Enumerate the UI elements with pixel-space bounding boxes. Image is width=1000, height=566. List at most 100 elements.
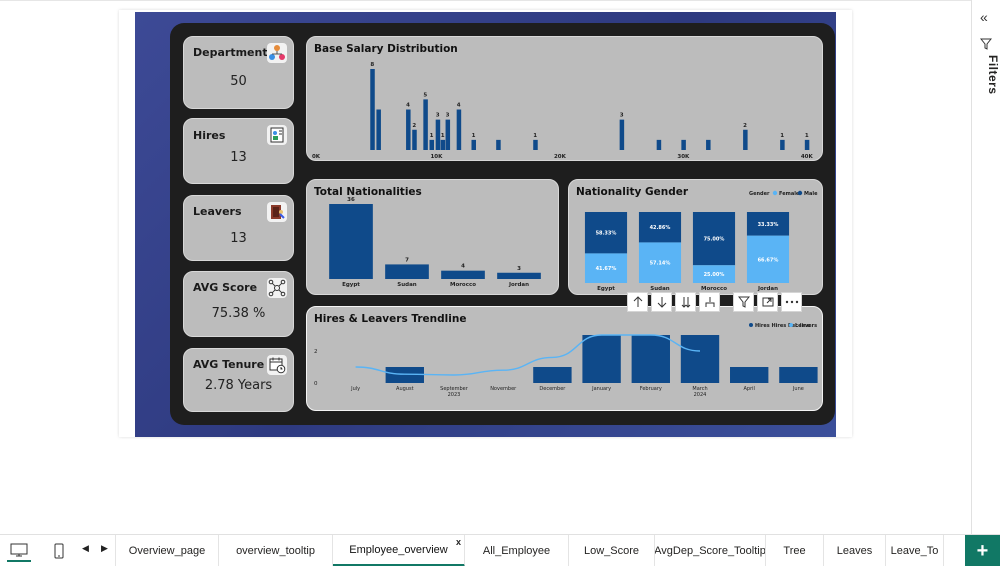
salary-bar xyxy=(406,109,411,150)
nationality-bar-label: 3 xyxy=(517,266,521,272)
page-tab-label: overview_tooltip xyxy=(236,545,315,557)
salary-bar xyxy=(423,99,428,150)
nationality-gender-chart-svg: Gender Female Male 58.33% 41.67% Egypt 42.86% 5… xyxy=(584,190,818,292)
page-tab[interactable]: Leaves xyxy=(824,535,886,566)
hires-bar xyxy=(730,367,769,383)
gender-male-label: 75.00% xyxy=(704,237,725,243)
salary-bar-label: 2 xyxy=(412,123,416,129)
kpi-value: 75.38 % xyxy=(211,306,266,321)
salary-bar xyxy=(706,139,711,150)
gender-x-tick: Egypt xyxy=(597,286,615,292)
arrow-up-icon[interactable] xyxy=(627,292,648,312)
hires-bar xyxy=(533,367,572,383)
network-score-icon xyxy=(267,278,287,298)
page-tab[interactable]: Low_Score xyxy=(569,535,655,566)
kpi-title: Hires xyxy=(193,129,226,142)
salary-bar-label: 1 xyxy=(472,133,476,139)
trend-y-tick: 2 xyxy=(314,349,318,355)
report-canvas: Departments 50 Hires 13 Leavers 13 AVG S… xyxy=(119,10,852,437)
nationality-bar-label: 4 xyxy=(461,264,465,270)
trend-legend-marker xyxy=(749,323,753,327)
org-chart-icon xyxy=(267,43,287,63)
salary-bar xyxy=(681,139,686,150)
page-tab-label: Low_Score xyxy=(583,545,640,557)
nationality-gender-visual[interactable]: Nationality Gender Gender Female Male 58.33… xyxy=(568,179,823,295)
kpi-card-avg-score[interactable]: AVG Score 75.38 % xyxy=(183,271,294,337)
kpi-value: 2.78 Years xyxy=(204,378,273,393)
salary-chart-svg: 8425131341 1321 10K 10K 20K 30K 40K xyxy=(312,62,814,160)
desktop-view-icon[interactable] xyxy=(7,540,31,562)
kpi-card-avg-tenure[interactable]: AVG Tenure 2.78 Years xyxy=(183,348,294,412)
visual-header-toolbar xyxy=(627,292,802,312)
page-tab-bar: ◀ ▶ Overview_page overview_tooltip Employe… xyxy=(0,534,1000,566)
double-arrow-down-icon[interactable] xyxy=(675,292,696,312)
trend-x-tick: February xyxy=(640,386,662,392)
more-options-icon[interactable] xyxy=(781,292,802,312)
trend-legend-marker xyxy=(789,323,793,327)
hires-bar xyxy=(779,367,818,383)
focus-mode-icon[interactable] xyxy=(757,292,778,312)
hires-leavers-chart-svg: Hires Hires Rec lineLeavers20July August S… xyxy=(314,323,818,398)
total-nationalities-visual[interactable]: Total Nationalities 36 Egypt 7 Sudan 4 Morocc… xyxy=(306,179,559,295)
salary-bar-label: 3 xyxy=(436,113,440,119)
expand-hierarchy-icon[interactable] xyxy=(699,292,720,312)
mobile-view-icon[interactable] xyxy=(47,540,71,562)
nationality-bar xyxy=(385,264,429,279)
salary-distribution-visual[interactable]: Base Salary Distribution 842513134113211… xyxy=(306,36,823,161)
trend-x-tick: July xyxy=(350,386,360,392)
salary-x-tick: 0K xyxy=(312,154,321,160)
filters-label: Filters xyxy=(986,55,1000,95)
salary-x-tick: 10K xyxy=(430,154,443,160)
page-tab-label: AvgDep_Score_Tooltip xyxy=(655,545,766,557)
report-background: Departments 50 Hires 13 Leavers 13 AVG S… xyxy=(135,12,836,437)
kpi-value: 13 xyxy=(230,231,247,246)
page-tab-label: Tree xyxy=(783,545,806,557)
page-tab-label: Employee_overview xyxy=(349,543,448,556)
salary-x-tick: 40K xyxy=(801,154,814,160)
page-tab[interactable]: Tree xyxy=(766,535,824,566)
powerbi-report-view: Departments 50 Hires 13 Leavers 13 AVG S… xyxy=(0,0,1000,566)
gender-male-label: 42.86% xyxy=(650,225,671,231)
page-tab-label: Leaves xyxy=(836,545,873,557)
kpi-card-leavers[interactable]: Leavers 13 xyxy=(183,195,294,261)
filter-icon[interactable] xyxy=(733,292,754,312)
hires-bar xyxy=(680,335,720,383)
scroll-tabs-left-icon[interactable]: ◀ xyxy=(82,543,89,554)
page-tab[interactable]: Overview_page xyxy=(115,535,219,566)
salary-x-tick: 30K xyxy=(677,154,690,160)
salary-bar xyxy=(429,139,435,150)
salary-x-tick: 20K xyxy=(554,154,567,160)
legend-male-marker xyxy=(797,190,803,196)
salary-bar-label: 1 xyxy=(533,133,537,139)
page-tab[interactable]: AvgDep_Score_Tooltip xyxy=(655,535,766,566)
salary-bar xyxy=(440,139,446,150)
page-tab[interactable]: Leave_To xyxy=(886,535,944,566)
salary-bar-label: 1 xyxy=(780,133,784,139)
scroll-tabs-right-icon[interactable]: ▶ xyxy=(101,543,108,554)
salary-bar xyxy=(743,129,748,150)
filters-pane[interactable]: « Filters xyxy=(971,0,1000,534)
salary-bar-label: 1 xyxy=(805,133,809,139)
salary-bar-label: 5 xyxy=(423,92,427,98)
salary-bar xyxy=(533,139,538,150)
salary-bar xyxy=(804,139,810,150)
kpi-card-hires[interactable]: Hires 13 xyxy=(183,118,294,184)
salary-bar-label: 3 xyxy=(446,113,450,119)
page-tab[interactable]: Employee_overview x xyxy=(333,535,465,566)
double-chevron-left-icon[interactable]: « xyxy=(980,9,988,25)
new-hire-icon xyxy=(267,125,287,145)
hires-leavers-trend-visual[interactable]: Hires & Leavers Trendline Hires Hires Re… xyxy=(306,306,823,411)
salary-bar xyxy=(656,139,662,150)
salary-bar xyxy=(412,129,417,150)
arrow-down-icon[interactable] xyxy=(651,292,672,312)
close-tab-icon[interactable]: x xyxy=(456,537,461,547)
page-tab[interactable]: overview_tooltip xyxy=(219,535,333,566)
nationality-bar xyxy=(441,270,485,279)
gender-female-label: 25.00% xyxy=(704,272,725,278)
salary-bar-label: 2 xyxy=(743,123,747,129)
page-tab[interactable]: All_Employee xyxy=(465,535,569,566)
trend-x-tick: June xyxy=(792,386,804,392)
kpi-card-departments[interactable]: Departments 50 xyxy=(183,36,294,109)
kpi-value: 50 xyxy=(230,74,247,89)
add-page-button[interactable]: + xyxy=(965,535,1000,566)
